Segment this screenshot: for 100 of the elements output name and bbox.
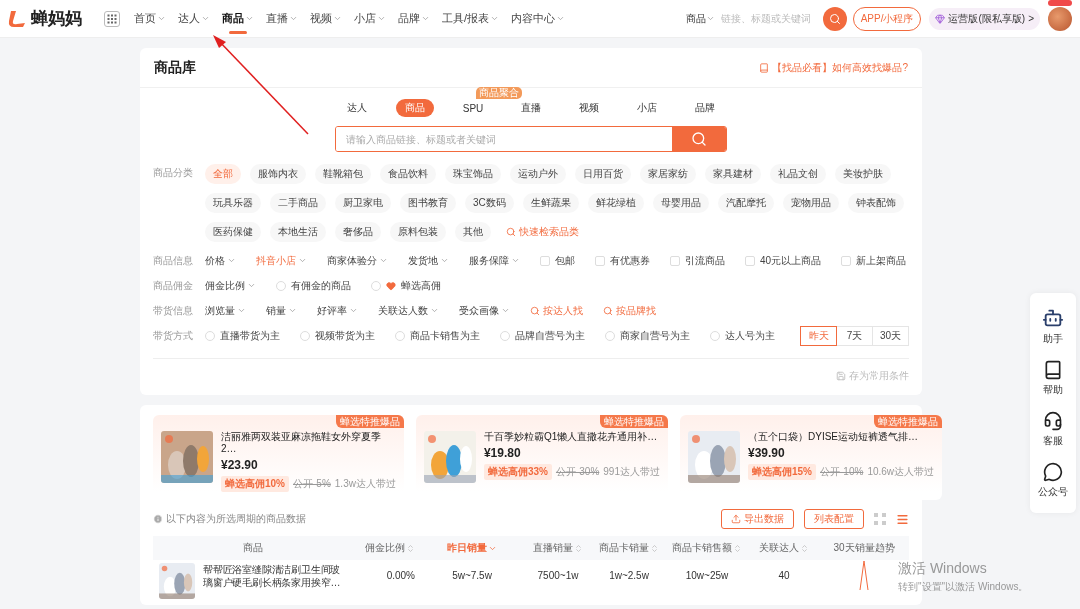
category-chip[interactable]: 日用百货 [575,164,631,184]
column-header[interactable]: 直播销量 [523,536,593,560]
table-cell-text: 5w~7.5w [451,568,493,583]
checkbox[interactable] [841,255,852,266]
category-chip[interactable]: 母婴用品 [652,193,709,213]
filter-dropdown[interactable]: 佣金比例 [205,278,256,293]
filter-dropdown[interactable]: 好评率 [317,303,358,318]
period-tab[interactable]: 30天 [872,325,909,346]
filter-dropdown[interactable]: 发货地 [408,253,449,268]
nav-item[interactable]: 内容中心 [511,0,566,38]
filter-label: 商品信息 [153,253,194,268]
tab[interactable]: 视频 [570,99,609,117]
product-title[interactable]: 帮帮匠浴室缝隙清洁刷卫生间玻璃窗户硬毛刷长柄条家用挨窄… [203,563,347,590]
checkbox[interactable] [595,255,605,266]
category-chip[interactable]: 奢侈品 [335,222,381,242]
category-chip[interactable]: 食品饮料 [380,164,436,184]
category-chip[interactable]: 其他 [455,222,491,242]
plan-button[interactable]: 运营版(限私享版) > [929,7,1040,30]
reach-count: 991达人带过 [603,465,660,479]
column-header[interactable]: 30天销量趋势 [819,536,909,560]
category-chip[interactable]: 礼品文创 [770,164,826,184]
column-header[interactable]: 商品卡销量 [593,536,665,560]
category-chip[interactable]: 家具建材 [705,164,761,184]
nav-item[interactable]: 商品 [222,0,254,38]
tab[interactable]: 达人 [337,99,376,117]
radio-button[interactable] [710,330,720,341]
search-icon [603,305,613,316]
category-chip[interactable]: 珠宝饰品 [445,164,501,184]
checkbox[interactable] [745,255,755,266]
filter-dropdown[interactable]: 销量 [266,303,297,318]
side-tool-button[interactable]: 客服 [1043,411,1063,448]
category-chip[interactable]: 服饰内衣 [250,164,306,184]
nav-item[interactable]: 小店 [354,0,386,38]
filter-dropdown[interactable]: 价格 [205,253,236,268]
category-chip[interactable]: 美妆护肤 [835,164,891,184]
nav-item[interactable]: 首页 [134,0,166,38]
category-chip[interactable]: 3C数码 [465,193,514,213]
category-chip[interactable]: 医药保健 [205,222,261,242]
featured-product-card[interactable]: 蝉选特推爆品 （五个口袋）DYISE运动短裤透气排… ¥39.90 蝉选高佣15% 公开-10% 10.6w达人带过 [680,415,943,500]
filter-dropdown[interactable]: 关联达人数 [378,303,439,318]
heart-icon [386,280,396,291]
radio-button[interactable] [276,280,286,291]
category-chip[interactable]: 运动户外 [510,164,566,184]
table-cell-text: 0.00% [385,568,416,583]
search-scope-dropdown[interactable]: 商品 [685,11,715,26]
search-icon [506,227,516,237]
nav-item[interactable]: 工具/报表 [442,0,500,38]
tab[interactable]: 小店 [628,99,667,117]
grid-view-button[interactable] [874,513,886,525]
radio-button[interactable] [605,330,615,341]
category-chip[interactable]: 玩具乐器 [205,193,261,213]
category-chip[interactable]: 原料包装 [390,222,446,242]
nav-item[interactable]: 直播 [266,0,298,38]
logo-text: 蝉妈妈 [31,8,82,30]
period-tab[interactable]: 7天 [836,325,873,346]
category-chip[interactable]: 鞋靴箱包 [315,164,371,184]
column-header[interactable]: 关联达人 [749,536,819,560]
radio-button[interactable] [395,330,405,341]
tab[interactable]: 直播 [512,99,551,117]
radio-button[interactable] [500,330,510,341]
option-label: 引流商品 [685,253,725,268]
category-chip[interactable]: 二手商品 [270,193,326,213]
side-tool-button[interactable]: 帮助 [1043,360,1063,397]
category-chip[interactable]: 厨卫家电 [335,193,391,213]
checkbox[interactable] [540,255,550,266]
column-header[interactable]: 商品 [153,536,353,560]
category-chip[interactable]: 家居家纺 [640,164,696,184]
tab[interactable]: SPU [453,99,493,117]
nav-item[interactable]: 视频 [310,0,342,38]
nav-item[interactable]: 品牌 [398,0,430,38]
category-chip[interactable]: 汽配摩托 [717,193,774,213]
radio-button[interactable] [300,330,310,341]
list-view-button[interactable] [896,512,909,526]
side-tool-button[interactable]: 公众号 [1038,462,1068,499]
search-field[interactable]: 请输入商品链接、标题或者关键词 [335,126,727,152]
checkbox[interactable] [670,255,680,266]
nav-item[interactable]: 达人 [178,0,210,38]
column-header[interactable]: 佣金比例 [353,536,421,560]
filter-dropdown[interactable]: 浏览量 [205,303,246,318]
filter-dropdown[interactable]: 受众画像 [459,303,510,318]
search-button[interactable] [822,6,847,31]
search-button[interactable] [672,127,726,151]
apps-button[interactable] [104,10,120,27]
radio-button[interactable] [371,280,381,291]
category-chip[interactable]: 生鲜蔬果 [522,193,579,213]
category-chip[interactable]: 图书教育 [400,193,456,213]
radio-button[interactable] [205,330,215,341]
category-chip[interactable]: 本地生活 [270,222,326,242]
filter-dropdown[interactable]: 商家体验分 [327,253,388,268]
category-chip[interactable]: 钟表配饰 [847,193,904,213]
chevron-icon [237,306,246,315]
tab[interactable]: 品牌 [686,99,725,117]
chevron-icon [247,281,256,290]
column-header[interactable]: 商品卡销售额 [665,536,749,560]
avatar[interactable] [1048,6,1072,31]
filter-dropdown[interactable]: 服务保障 [469,253,520,268]
side-tool-button[interactable]: 助手 [1042,307,1064,346]
category-chip[interactable]: 鲜花绿植 [587,193,644,213]
chevron-icon [349,306,358,315]
category-chip[interactable]: 宠物用品 [782,193,839,213]
